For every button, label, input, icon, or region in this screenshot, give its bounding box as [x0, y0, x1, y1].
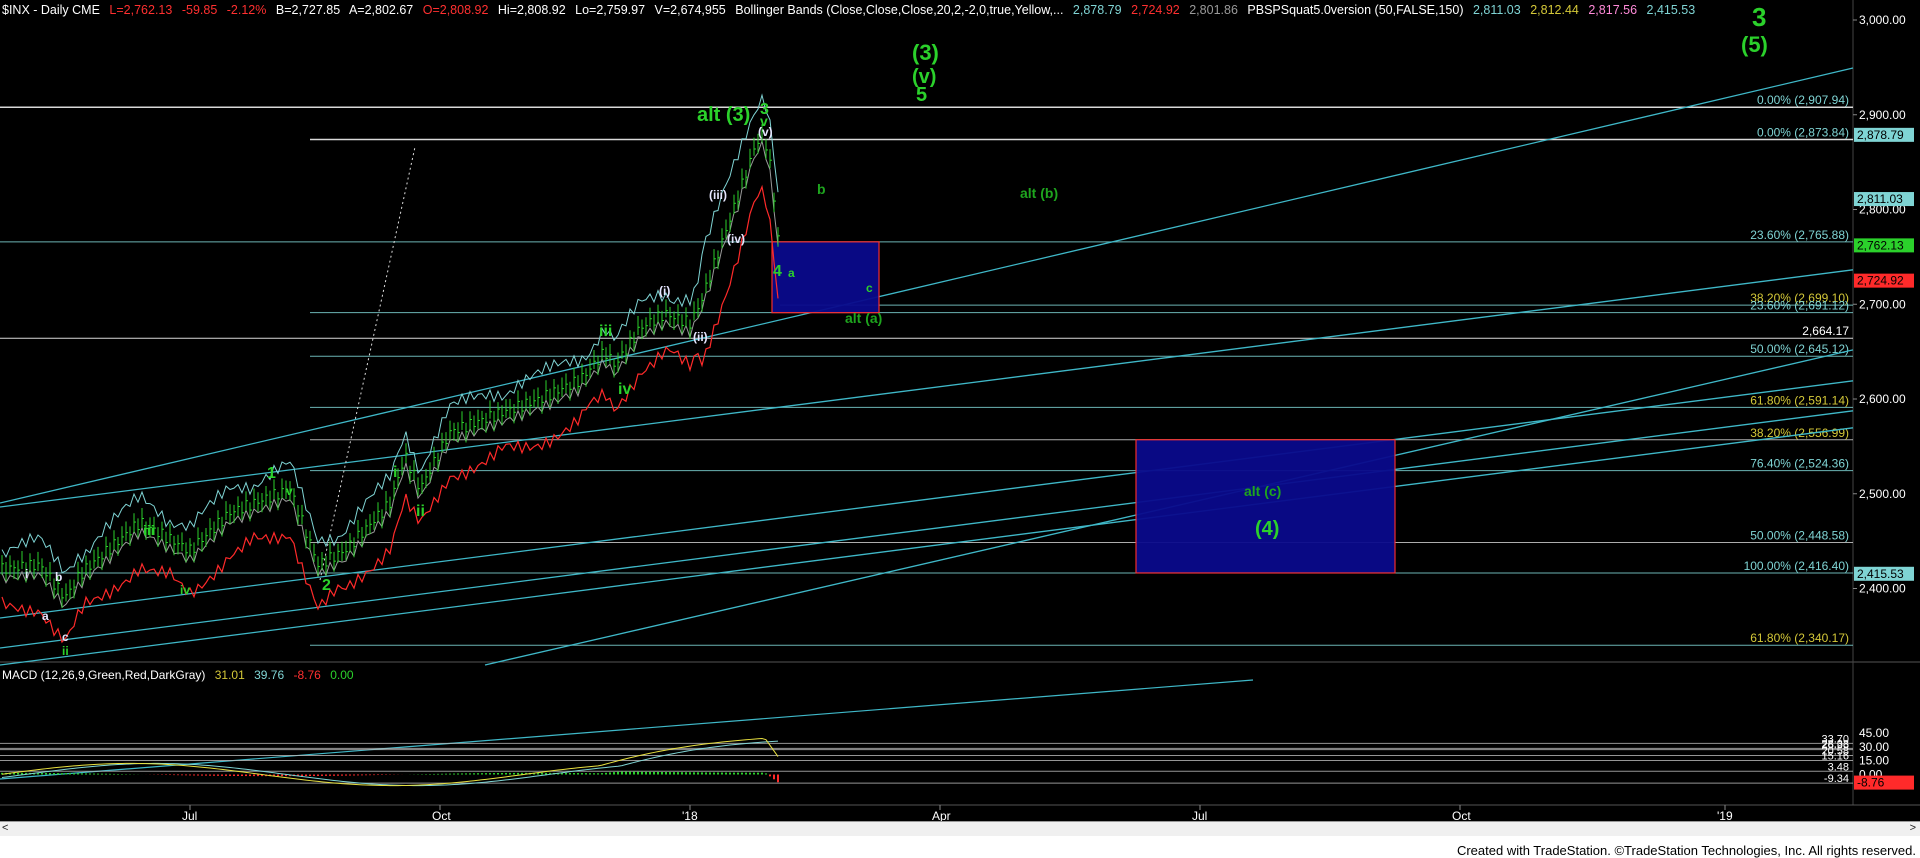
last-price: L=2,762.13	[109, 3, 173, 17]
wave-label: (iii)	[709, 188, 727, 202]
wave-label: 2	[322, 577, 331, 594]
symbol-label: $INX - Daily CME	[2, 3, 100, 17]
volume: V=2,674,955	[654, 3, 726, 17]
target-box-wave-c	[1135, 439, 1396, 574]
wave-label: (ii)	[693, 330, 708, 344]
wave-label: a	[42, 609, 49, 623]
price-tick-label: 2,500.00	[1859, 487, 1906, 501]
price-tick-label: 2,700.00	[1859, 297, 1906, 311]
bb-lower-value: 2,724.92	[1131, 3, 1180, 17]
macd-tick-label: 15.00	[1859, 754, 1889, 768]
macd-level-label: -9.34	[1824, 773, 1849, 785]
fib-level-label: 2,664.17	[1802, 324, 1849, 338]
channel-line	[0, 410, 1854, 649]
upper-channel-line	[0, 67, 1854, 504]
price-tag-label: 2,762.13	[1857, 238, 1904, 252]
fib-level-label: 0.00% (2,907.94)	[1757, 93, 1849, 107]
wave-label: (iv)	[727, 232, 745, 246]
wave-label: 4	[773, 263, 782, 280]
price-tick-label: 2,900.00	[1859, 108, 1906, 122]
macd-line	[1, 737, 779, 787]
wave-label: iv	[180, 583, 190, 597]
wave-label: 5	[916, 84, 927, 106]
pbs-label: PBSPSquat5.0version (50,FALSE,150)	[1247, 3, 1464, 17]
wave-label: 3	[1752, 2, 1766, 32]
pbs-value-2: 2,812.44	[1530, 3, 1579, 17]
scroll-left-icon[interactable]: <	[2, 822, 8, 834]
scroll-right-icon[interactable]: >	[1910, 822, 1916, 834]
wave-label: 1	[267, 465, 276, 482]
wave-label: alt (c)	[1244, 483, 1281, 499]
fib-level-label: 23.60% (2,691.12)	[1750, 299, 1849, 313]
bb-lower-line	[1, 184, 779, 644]
wave-label: b	[55, 570, 62, 584]
fib-level-label: 23.60% (2,765.88)	[1750, 228, 1849, 242]
macd-label: MACD (12,26,9,Green,Red,DarkGray)	[2, 668, 206, 682]
wave-label: (3)	[912, 40, 939, 65]
price-tag-label: 2,415.53	[1857, 567, 1904, 581]
wave-label: i	[25, 567, 28, 581]
wave-label: ii	[416, 503, 425, 520]
chart-header: $INX - Daily CME L=2,762.13 -59.85 -2.12…	[2, 3, 1701, 17]
low-price: Lo=2,759.97	[575, 3, 646, 17]
wave-label: (5)	[1741, 32, 1768, 57]
bollinger-label: Bollinger Bands (Close,Close,Close,20,2,…	[735, 3, 1064, 17]
wave-label: iii	[599, 323, 612, 340]
price-tick-label: 3,000.00	[1859, 13, 1906, 27]
bid-price: B=2,727.85	[275, 3, 341, 17]
wave-label: a	[788, 266, 795, 280]
price-tick-label: 2,600.00	[1859, 392, 1906, 406]
channel-line	[0, 427, 1854, 666]
wave-label: (4)	[1255, 518, 1279, 540]
pbs-value-3: 2,817.56	[1588, 3, 1638, 17]
wave-label: alt (3)	[697, 104, 750, 126]
fib-level-label: 50.00% (2,448.58)	[1750, 528, 1849, 542]
wave-label: iv	[618, 381, 631, 398]
zero-value: 0.00	[330, 668, 354, 682]
macd-current-label: -8.76	[1857, 776, 1885, 790]
pbs-value-4: 2,415.53	[1646, 3, 1696, 17]
wave-label: iii	[143, 522, 155, 538]
wave-label: alt (a)	[845, 310, 882, 326]
high-price: Hi=2,808.92	[497, 3, 566, 17]
wave-label: c	[62, 630, 69, 644]
macd-tick-label: 30.00	[1859, 740, 1889, 754]
wave-label: i	[393, 464, 397, 481]
macd-level-label: 3.48	[1828, 761, 1849, 773]
price-chart: 0.00% (2,907.94) 0.00% (2,873.84) 23.60% (…	[0, 0, 1920, 823]
signal-value: 39.76	[254, 668, 285, 682]
fib-level-label: 61.80% (2,340.17)	[1750, 631, 1849, 645]
pct-change: -2.12%	[226, 3, 267, 17]
fib-level-label: 38.20% (2,556.99)	[1750, 426, 1849, 440]
hist-value: -8.76	[293, 668, 321, 682]
wave-label: ii	[62, 644, 69, 658]
horizontal-scrollbar[interactable]	[0, 821, 1920, 836]
fib-level-label: 0.00% (2,873.84)	[1757, 126, 1849, 140]
wave-label: b	[817, 181, 826, 197]
fib-level-label: 76.40% (2,524.36)	[1750, 457, 1849, 471]
wave-label: (i)	[659, 284, 670, 298]
net-change: -59.85	[181, 3, 218, 17]
wave-label: alt (b)	[1020, 185, 1058, 201]
price-tick-label: 2,400.00	[1859, 582, 1906, 596]
macd-header: MACD (12,26,9,Green,Red,DarkGray) 31.01 …	[2, 668, 360, 682]
macd-tick-label: 45.00	[1859, 726, 1889, 740]
wave-label: c	[866, 281, 873, 295]
open-price: O=2,808.92	[422, 3, 489, 17]
bb-upper-value: 2,878.79	[1072, 3, 1122, 17]
pbs-value-1: 2,811.03	[1472, 3, 1521, 17]
price-tag-label: 2,878.79	[1857, 128, 1904, 142]
fib-level-label: 100.00% (2,416.40)	[1744, 559, 1849, 573]
macd-value: 31.01	[214, 668, 245, 682]
price-tag-label: 2,724.92	[1857, 274, 1904, 288]
fib-level-label: 61.80% (2,591.14)	[1750, 393, 1849, 407]
credit-text: Created with TradeStation. ©TradeStation…	[1456, 843, 1916, 858]
bb-mid-value: 2,801.86	[1189, 3, 1238, 17]
wave-label: (v)	[758, 125, 773, 139]
ask-price: A=2,802.67	[348, 3, 414, 17]
wave-label: v	[286, 484, 293, 498]
price-tag-label: 2,811.03	[1857, 192, 1903, 206]
